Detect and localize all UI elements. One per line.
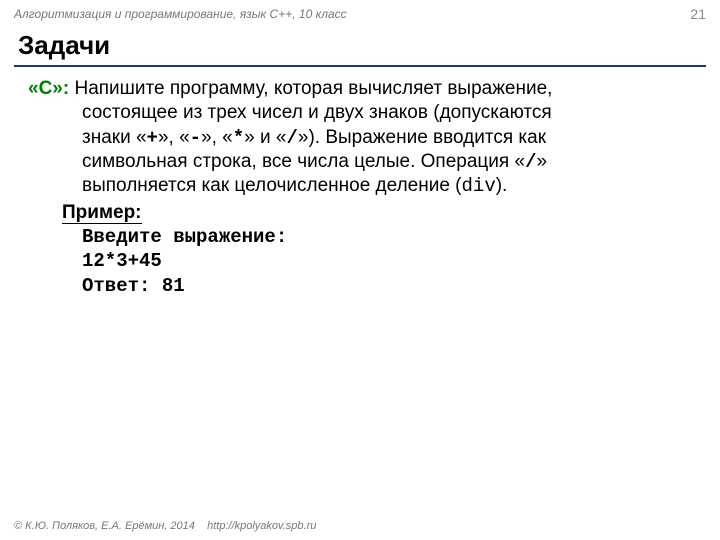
task-line: выполняется как целочисленное деление (d… bbox=[82, 174, 692, 198]
task-content: «C»: Напишите программу, которая вычисля… bbox=[0, 77, 720, 298]
op-minus: - bbox=[190, 127, 201, 149]
div-keyword: div bbox=[462, 175, 496, 197]
copyright: © К.Ю. Поляков, Е.А. Ерёмин, 2014 bbox=[14, 520, 195, 532]
slide-header: Алгоритмизация и программирование, язык … bbox=[0, 0, 720, 26]
page-number: 21 bbox=[690, 6, 706, 22]
example-input: 12*3+45 bbox=[82, 249, 692, 273]
level-badge: «C»: bbox=[28, 78, 69, 99]
task-line: символьная строка, все числа целые. Опер… bbox=[82, 150, 692, 174]
example-label: Пример: bbox=[28, 201, 692, 225]
page-title: Задачи bbox=[0, 26, 720, 63]
op-plus: + bbox=[147, 127, 158, 149]
task-intro: Напишите программу, которая вычисляет вы… bbox=[69, 78, 552, 99]
op-div: / bbox=[525, 151, 536, 173]
task-line: состоящее из трех чисел и двух знаков (д… bbox=[82, 101, 692, 125]
op-mul: * bbox=[233, 127, 244, 149]
slide-footer: © К.Ю. Поляков, Е.А. Ерёмин, 2014 http:/… bbox=[14, 520, 316, 532]
title-rule bbox=[14, 65, 706, 67]
op-div: / bbox=[286, 127, 297, 149]
task-line: знаки «+», «-», «*» и «/»). Выражение вв… bbox=[82, 126, 692, 150]
example-prompt: Введите выражение: bbox=[82, 225, 692, 249]
example-output: Ответ: 81 bbox=[82, 274, 692, 298]
breadcrumb: Алгоритмизация и программирование, язык … bbox=[14, 7, 347, 21]
task-first-line: «C»: Напишите программу, которая вычисля… bbox=[28, 77, 692, 101]
footer-url: http://kpolyakov.spb.ru bbox=[207, 520, 316, 532]
task-body: состоящее из трех чисел и двух знаков (д… bbox=[28, 101, 692, 198]
example-block: Введите выражение: 12*3+45 Ответ: 81 bbox=[28, 225, 692, 298]
